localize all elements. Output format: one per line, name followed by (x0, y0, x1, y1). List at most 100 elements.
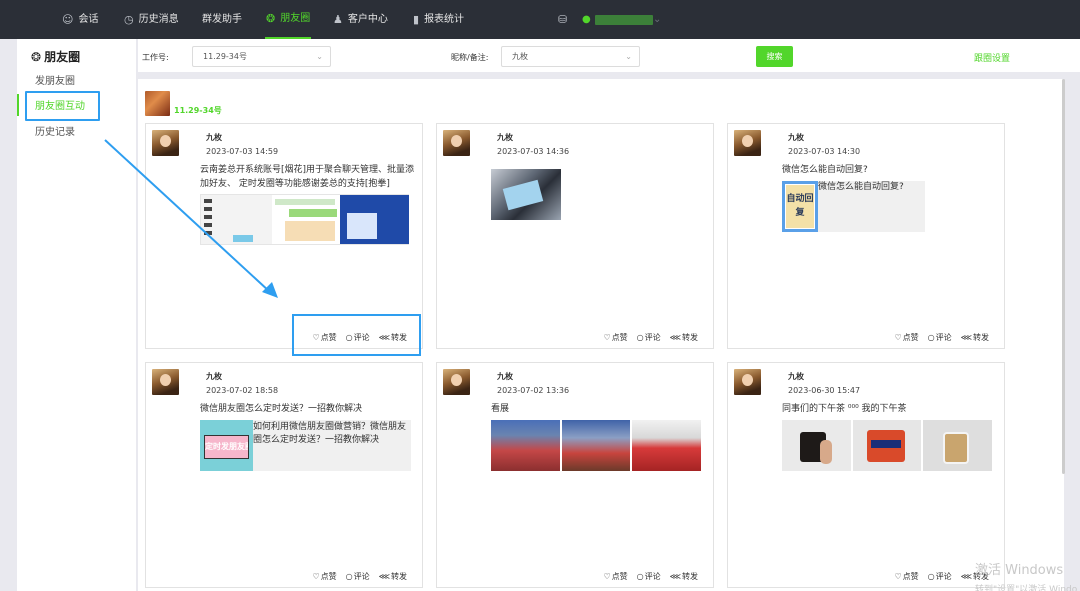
post-text: 看展 (491, 404, 510, 414)
like-button[interactable]: ♡ 点赞 (894, 571, 918, 582)
nav-broadcast[interactable]: 群发助手 (202, 0, 242, 39)
scrollbar[interactable] (1062, 79, 1065, 474)
share-icon: ⋘ (960, 572, 972, 581)
post-author: 九枚 (788, 372, 804, 381)
like-button[interactable]: ♡ 点赞 (894, 332, 918, 343)
post-author: 九枚 (206, 372, 222, 381)
article-thumbnail: 自动回复 (782, 181, 818, 232)
post-image[interactable] (632, 420, 701, 471)
sidebar-item-history[interactable]: 历史记录 (35, 123, 75, 138)
avatar (152, 369, 179, 395)
comment-button[interactable]: ○ 评论 (928, 571, 952, 582)
account-avatar (145, 91, 170, 116)
bar-chart-icon: ▮ (413, 12, 420, 26)
comment-button[interactable]: ○ 评论 (637, 332, 661, 343)
database-icon[interactable]: ⛁ (558, 0, 567, 39)
heart-icon: ♡ (894, 572, 902, 581)
search-button[interactable]: 搜索 (756, 46, 793, 67)
work-account-select[interactable]: 11.29-34号 ⌄ (192, 46, 331, 67)
post-actions: ♡ 点赞 ○ 评论 ⋘ 转发 (603, 571, 698, 582)
nav-history-label: 历史消息 (138, 13, 179, 25)
heart-icon: ♡ (603, 333, 611, 342)
moments-icon: ❂ (266, 11, 276, 25)
nickname-value: 九枚 (512, 52, 528, 61)
nav-report[interactable]: ▮ 报表统计 (413, 0, 464, 39)
chevron-down-icon[interactable]: ⌄ (653, 0, 661, 39)
shared-article[interactable]: 定时发朋友圈 如何利用微信朋友圈做营销？微信朋友圈怎么定时发送？一招教你解决 (200, 420, 411, 471)
post-time: 2023-07-02 13:36 (497, 386, 570, 395)
nav-customer[interactable]: ♟ 客户中心 (333, 0, 388, 39)
like-button[interactable]: ♡ 点赞 (603, 332, 627, 343)
forward-button[interactable]: ⋘ 转发 (961, 332, 989, 343)
forward-button[interactable]: ⋘ 转发 (670, 332, 698, 343)
post-text: 同事们的下午茶 ⁰⁰⁰ 我的下午茶 (782, 404, 907, 414)
share-icon: ⋘ (669, 572, 681, 581)
comment-button[interactable]: ○ 评论 (928, 332, 952, 343)
account-icon[interactable]: ● (582, 0, 591, 39)
nav-chat[interactable]: ☺ 会话 (62, 0, 98, 39)
annotation-highlight-box (292, 314, 421, 356)
like-button[interactable]: ♡ 点赞 (603, 571, 627, 582)
post-image[interactable] (491, 420, 560, 471)
comment-icon: ○ (927, 333, 935, 342)
heart-icon: ♡ (312, 572, 320, 581)
post-image[interactable] (853, 420, 921, 471)
heart-icon: ♡ (894, 333, 902, 342)
nav-customer-label: 客户中心 (347, 13, 388, 25)
post-text: 微信朋友圈怎么定时发送？一招教你解决 (200, 404, 363, 414)
chevron-down-icon: ⌄ (316, 52, 323, 61)
post-author: 九枚 (788, 133, 804, 142)
annotation-highlight-box (25, 91, 100, 121)
clock-icon: ◷ (124, 12, 134, 26)
sidebar-title: ❂ 朋友圈 (31, 48, 80, 65)
post-image[interactable] (562, 420, 630, 471)
like-button[interactable]: ♡ 点赞 (312, 571, 336, 582)
share-icon: ⋘ (669, 333, 681, 342)
nav-moments-label: 朋友圈 (280, 12, 311, 24)
post-actions: ♡ 点赞 ○ 评论 ⋘ 转发 (603, 332, 698, 343)
heart-icon: ♡ (603, 572, 611, 581)
sidebar-item-post-moments[interactable]: 发朋友圈 (35, 72, 75, 87)
shared-article[interactable]: 自动回复 微信怎么能自动回复? (782, 181, 925, 232)
moment-card: 九枚 2023-07-02 18:58 微信朋友圈怎么定时发送？一招教你解决 定… (145, 362, 423, 588)
nav-moments[interactable]: ❂ 朋友圈 (265, 0, 312, 39)
comment-button[interactable]: ○ 评论 (637, 571, 661, 582)
comment-icon: ○ (636, 333, 644, 342)
forward-button[interactable]: ⋘ 转发 (670, 571, 698, 582)
post-time: 2023-06-30 15:47 (788, 386, 861, 395)
post-author: 九枚 (497, 372, 513, 381)
moment-card: 九枚 2023-07-02 13:36 看展 ♡ 点赞 ○ 评论 ⋘ 转发 (436, 362, 714, 588)
chat-icon: ☺ (62, 12, 74, 26)
nav-chat-label: 会话 (78, 13, 99, 25)
chevron-down-icon: ⌄ (625, 52, 632, 61)
follow-settings-link[interactable]: 跟圈设置 (974, 51, 1010, 64)
comment-icon: ○ (636, 572, 644, 581)
post-image[interactable] (923, 420, 992, 471)
nav-history[interactable]: ◷ 历史消息 (124, 0, 179, 39)
top-nav: ☺ 会话 ◷ 历史消息 群发助手 ❂ 朋友圈 ♟ 客户中心 ▮ 报表统计 ⛁ ●… (0, 0, 1080, 39)
share-icon: ⋘ (378, 572, 390, 581)
comment-button[interactable]: ○ 评论 (346, 571, 370, 582)
nickname-select[interactable]: 九枚 ⌄ (501, 46, 640, 67)
post-image[interactable] (782, 420, 851, 471)
post-text: 云南姜总开系统账号[烟花]用于聚合聊天管理、批量添加好友、 定时发圈等功能感谢姜… (200, 165, 415, 189)
comment-icon: ○ (345, 572, 353, 581)
post-image[interactable] (491, 169, 561, 220)
account-name: 11.29-34号 (174, 106, 222, 115)
sidebar: ❂ 朋友圈 发朋友圈 朋友圈互动 历史记录 (17, 39, 136, 591)
comment-icon: ○ (927, 572, 935, 581)
user-name-redacted (595, 15, 653, 25)
sidebar-title-text: 朋友圈 (44, 50, 81, 64)
moment-card: 九枚 2023-06-30 15:47 同事们的下午茶 ⁰⁰⁰ 我的下午茶 ♡ 点… (727, 362, 1005, 588)
post-actions: ♡ 点赞 ○ 评论 ⋘ 转发 (312, 571, 407, 582)
post-time: 2023-07-03 14:30 (788, 147, 861, 156)
avatar (443, 130, 470, 156)
work-account-value: 11.29-34号 (203, 52, 247, 61)
moments-icon: ❂ (31, 49, 42, 64)
forward-button[interactable]: ⋘ 转发 (379, 571, 407, 582)
avatar (734, 130, 761, 156)
nickname-label: 昵称/备注: (451, 53, 489, 62)
post-image[interactable] (200, 194, 409, 245)
post-text: 微信怎么能自动回复? (782, 165, 868, 175)
post-time: 2023-07-03 14:59 (206, 147, 279, 156)
